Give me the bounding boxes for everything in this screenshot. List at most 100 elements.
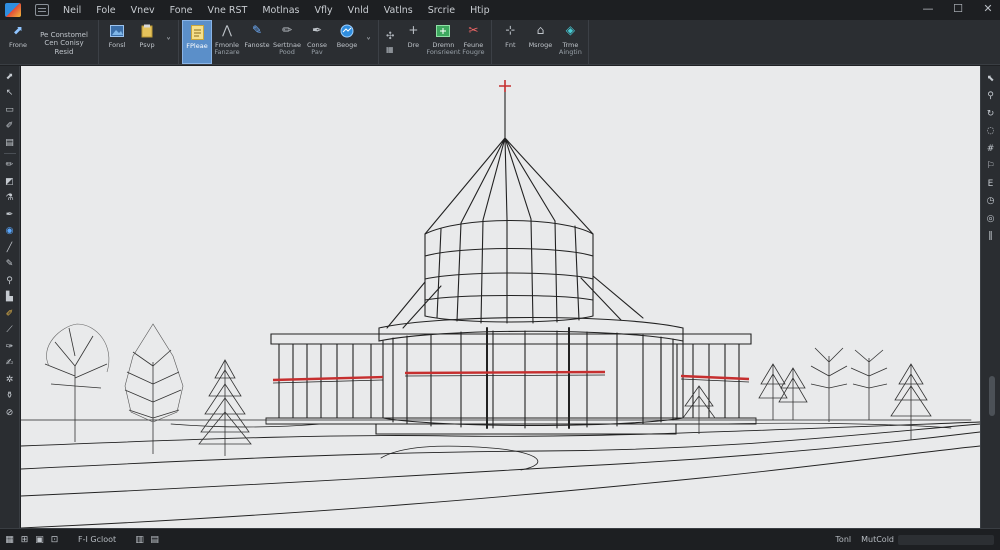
stylus-tool-icon[interactable]: ✑ bbox=[3, 340, 17, 354]
drawing-canvas[interactable] bbox=[21, 66, 980, 528]
text-icon[interactable]: E bbox=[984, 177, 998, 191]
highlighter-tool-icon[interactable]: ✐ bbox=[3, 307, 17, 321]
hamburger-menu-icon[interactable] bbox=[35, 4, 49, 16]
menu-item[interactable]: Srcrie bbox=[428, 5, 455, 16]
chevron-down-icon[interactable]: ˅ bbox=[366, 37, 371, 48]
menu-item[interactable]: Vatlns bbox=[384, 5, 413, 16]
rectangle-tool-icon[interactable]: ▭ bbox=[3, 103, 17, 117]
image-icon bbox=[109, 23, 125, 39]
status-app-label: MutCold bbox=[861, 535, 894, 544]
maximize-button[interactable]: ☐ bbox=[952, 2, 964, 15]
pin-icon[interactable]: ⚐ bbox=[984, 160, 998, 174]
settings-button[interactable]: ✏ Serttnae Pood bbox=[272, 20, 302, 64]
ribbon-group-modify: ✣ ▦ + Dre Dremn Fonsrieent ✂ Feune Fougr… bbox=[379, 20, 493, 64]
paste-label: Psvp bbox=[139, 41, 155, 49]
menu-item[interactable]: Fole bbox=[96, 5, 115, 16]
status-progress-field bbox=[898, 535, 994, 545]
globe-tool-icon[interactable]: ◉ bbox=[3, 225, 17, 239]
menu-item[interactable]: Neil bbox=[63, 5, 81, 16]
home-button[interactable]: ⬈ Frone bbox=[3, 20, 33, 64]
paper-icon[interactable]: ▤ bbox=[149, 534, 160, 545]
trme-button[interactable]: ◈ Trme Aingtin bbox=[555, 20, 585, 64]
home-button-label: Frone bbox=[9, 41, 27, 49]
draw-tool-icon[interactable]: ✍ bbox=[3, 357, 17, 371]
conse-button[interactable]: ✒ Conse Pav bbox=[302, 20, 332, 64]
dre-button[interactable]: + Dre bbox=[398, 20, 428, 64]
zoom-icon[interactable]: ⚲ bbox=[984, 90, 998, 104]
place-button-active[interactable]: FPleae bbox=[182, 20, 212, 64]
line-tool-icon[interactable]: ╱ bbox=[3, 241, 17, 255]
beoge-button[interactable]: Beoge bbox=[332, 20, 362, 64]
menu-item[interactable]: Vnld bbox=[348, 5, 369, 16]
layout-icon[interactable]: ▣ bbox=[34, 534, 45, 545]
dremn-button[interactable]: Dremn Fonsrieent bbox=[426, 20, 460, 64]
message-button[interactable]: ⌂ Msroge bbox=[525, 20, 555, 64]
menu-item[interactable]: Vfly bbox=[314, 5, 332, 16]
chart-tool-icon[interactable]: ▙ bbox=[3, 291, 17, 305]
transform-tool-icon[interactable]: ⊘ bbox=[3, 406, 17, 420]
menu-item[interactable]: Fone bbox=[170, 5, 193, 16]
place-label: FPleae bbox=[186, 42, 208, 50]
grid-icon[interactable]: ▦ bbox=[4, 534, 15, 545]
title-bar: Neil Fole Vnev Fone Vne RST Motlnas Vfly… bbox=[0, 0, 1000, 20]
network-icon[interactable]: ✣ bbox=[386, 31, 394, 42]
dropper-tool-icon[interactable]: ⚲ bbox=[3, 274, 17, 288]
app-logo-icon[interactable] bbox=[5, 3, 21, 17]
coin-icon[interactable]: ◎ bbox=[984, 212, 998, 226]
snap-icon[interactable]: ⊞ bbox=[19, 534, 30, 545]
formula-sub: Fanzare bbox=[214, 48, 240, 57]
grid-icon[interactable]: ▦ bbox=[386, 45, 394, 54]
paste-button[interactable]: Psvp bbox=[132, 20, 162, 64]
select-tool-icon[interactable]: ⬈ bbox=[3, 70, 17, 84]
ribbon-group-file: Fonsl Psvp ˅ bbox=[99, 20, 179, 64]
dre-label: Dre bbox=[407, 41, 420, 49]
ortho-icon[interactable]: ⊡ bbox=[49, 534, 60, 545]
tools-icon: ✂ bbox=[468, 23, 479, 38]
formula-button[interactable]: ⋀ Fmonle Fanzare bbox=[212, 20, 242, 64]
pan-icon[interactable]: ↻ bbox=[984, 107, 998, 121]
chevron-down-icon[interactable]: ˅ bbox=[166, 37, 171, 48]
settings-sub: Pood bbox=[279, 48, 295, 57]
layers-tool-icon[interactable]: ▤ bbox=[3, 136, 17, 150]
clipboard-icon bbox=[139, 23, 155, 39]
document-icon bbox=[189, 24, 205, 40]
vertical-scrollbar[interactable] bbox=[989, 376, 995, 416]
minimize-button[interactable]: — bbox=[922, 2, 934, 15]
knife-tool-icon[interactable]: ⟋ bbox=[3, 324, 17, 338]
hash-icon[interactable]: # bbox=[984, 142, 998, 156]
pencil-tool-icon[interactable]: ✏ bbox=[3, 159, 17, 173]
compass-icon: ⋀ bbox=[222, 23, 232, 38]
status-tool-label: Tonl bbox=[835, 535, 852, 544]
marker-tool-icon[interactable]: ✎ bbox=[3, 258, 17, 272]
bucket-tool-icon[interactable]: ⚱ bbox=[3, 390, 17, 404]
pointer-icon: ⬈ bbox=[12, 23, 24, 38]
menu-item[interactable]: Htip bbox=[470, 5, 490, 16]
globe-icon bbox=[339, 23, 355, 39]
pointer-tool-icon[interactable]: ↖ bbox=[3, 87, 17, 101]
font-label: Fonsl bbox=[108, 41, 126, 49]
feune-button[interactable]: ✂ Feune Fougre bbox=[458, 20, 488, 64]
orbit-icon[interactable]: ◌ bbox=[984, 125, 998, 139]
menu-item[interactable]: Motlnas bbox=[262, 5, 299, 16]
menu-item[interactable]: Vnev bbox=[131, 5, 155, 16]
gear-icon[interactable]: ✲ bbox=[3, 373, 17, 387]
ribbon-group-home: ⬈ Frone Pe Constomel Cen Conisy Resid bbox=[0, 20, 99, 64]
column-icon[interactable]: ‖ bbox=[984, 230, 998, 244]
fill-tool-icon[interactable]: ⚗ bbox=[3, 192, 17, 206]
clock-icon[interactable]: ◷ bbox=[984, 195, 998, 209]
fanoste-label: Fanoste bbox=[244, 41, 270, 49]
close-button[interactable]: ✕ bbox=[982, 2, 994, 15]
model-icon[interactable]: ▥ bbox=[134, 534, 145, 545]
customize-button[interactable]: Pe Constomel Cen Conisy Resid bbox=[33, 20, 95, 64]
brush-tool-icon[interactable]: ✐ bbox=[3, 120, 17, 134]
fanoste-button[interactable]: ✎ Fanoste bbox=[242, 20, 272, 64]
toolbar-divider bbox=[3, 152, 16, 156]
building-drawing bbox=[21, 80, 980, 528]
font-button[interactable]: Fonsl bbox=[102, 20, 132, 64]
eraser-tool-icon[interactable]: ◩ bbox=[3, 175, 17, 189]
fnt-label: Fnt bbox=[505, 41, 516, 49]
pen-tool-icon[interactable]: ✒ bbox=[3, 208, 17, 222]
select-icon[interactable]: ⬉ bbox=[984, 72, 998, 86]
menu-item[interactable]: Vne RST bbox=[207, 5, 247, 16]
fnt-button[interactable]: ⊹ Fnt bbox=[495, 20, 525, 64]
